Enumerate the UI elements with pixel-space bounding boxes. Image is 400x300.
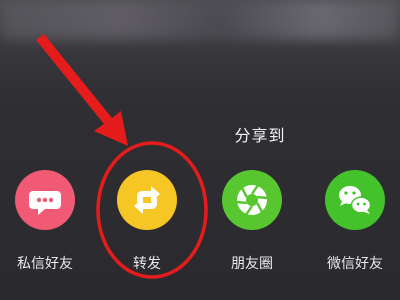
wechat-friends-label: 微信好友 [327, 256, 383, 272]
share-item-private-message[interactable]: 私信好友 [0, 170, 90, 280]
repost-label: 转发 [133, 256, 161, 272]
share-item-wechat-friends[interactable]: 微信好友 [310, 170, 400, 280]
blurred-background-content [0, 0, 400, 40]
share-sheet-screen: 分享到 私信好友 转发 朋友圈 微信好友 [0, 0, 400, 300]
share-item-repost[interactable]: 转发 [102, 170, 192, 280]
private-message-button[interactable] [15, 170, 75, 230]
private-message-label: 私信好友 [17, 256, 73, 272]
repost-button[interactable] [117, 170, 177, 230]
share-title: 分享到 [234, 126, 286, 145]
share-item-moments[interactable]: 朋友圈 [207, 170, 297, 280]
wechat-icon [339, 186, 372, 214]
aperture-icon [236, 184, 268, 216]
wechat-friends-button[interactable] [325, 170, 385, 230]
repost-arrows-icon [134, 186, 160, 214]
chat-bubble-icon [29, 191, 61, 215]
annotation-arrow [36, 34, 128, 146]
moments-button[interactable] [222, 170, 282, 230]
moments-label: 朋友圈 [231, 256, 273, 272]
